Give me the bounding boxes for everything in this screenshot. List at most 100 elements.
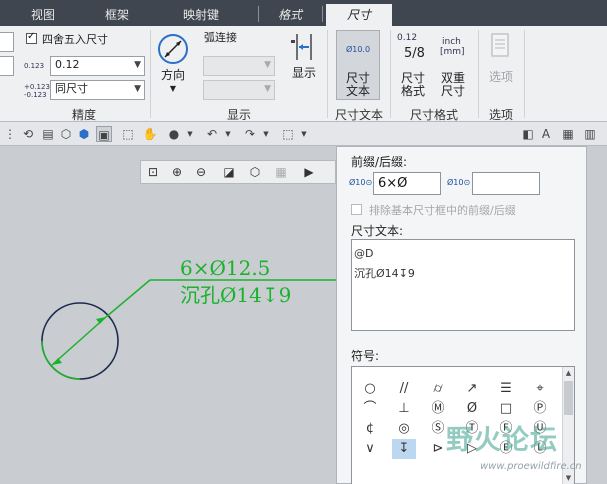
- fraction-icon-value: 5/8: [404, 46, 425, 61]
- box-icon[interactable]: ▣: [96, 126, 112, 142]
- watermark-url: www.proewildfire.cn: [480, 461, 582, 472]
- scroll-thumb[interactable]: [564, 381, 573, 415]
- arrowhead: [96, 317, 106, 324]
- symbol-button[interactable]: ⌖: [528, 379, 552, 399]
- display-button[interactable]: 显示: [285, 30, 323, 98]
- cut-off-field[interactable]: [0, 32, 14, 52]
- symbol-button[interactable]: □: [494, 399, 518, 419]
- regenerate-icon[interactable]: ⟲: [20, 126, 36, 142]
- shaded-cube-icon[interactable]: ⬢: [76, 126, 92, 142]
- group-label-precision: 精度: [71, 108, 96, 122]
- tab-separator: [258, 6, 259, 22]
- document-icon: [491, 33, 509, 57]
- suffix-input[interactable]: [472, 172, 540, 195]
- callout-line-2[interactable]: 沉孔Ø14↧9: [180, 283, 291, 307]
- tab-frame[interactable]: 框架: [92, 4, 142, 26]
- symbol-button[interactable]: ⌭: [426, 379, 450, 399]
- dimension-format-button[interactable]: 尺寸 格式: [394, 72, 432, 100]
- suffix-icon: Ø10⊙: [447, 178, 471, 187]
- dimension-text-line-2: 沉孔Ø14↧9: [354, 267, 415, 280]
- symbol-button[interactable]: ○: [358, 379, 382, 399]
- round-dims-checkbox[interactable]: [26, 31, 37, 44]
- text-style-icon[interactable]: A: [538, 126, 554, 142]
- symbol-button[interactable]: ↧: [392, 439, 416, 459]
- arc-join-select-2[interactable]: ▼: [203, 80, 275, 100]
- toolbar-icon[interactable]: ▥: [582, 126, 598, 142]
- group-separator: [150, 30, 151, 118]
- chevron-down-icon: ▼: [264, 84, 271, 94]
- callout-line-1[interactable]: 6×Ø12.5: [180, 256, 270, 280]
- group-separator: [478, 30, 479, 118]
- toolbar-icon[interactable]: ▦: [560, 126, 576, 142]
- fraction-icon-top: 0.12: [397, 33, 418, 43]
- chevron-down-icon[interactable]: ▼: [258, 126, 274, 142]
- group-label-display: 显示: [226, 108, 251, 122]
- symbol-button[interactable]: ⌒: [358, 399, 382, 419]
- scroll-down-icon[interactable]: ▼: [563, 473, 574, 484]
- hole-circle-highlight: [41, 340, 81, 380]
- chevron-down-icon[interactable]: ▼: [220, 126, 236, 142]
- tab-mapkeys[interactable]: 映射键: [172, 4, 230, 26]
- direction-button[interactable]: 方向 ▼: [154, 30, 192, 98]
- direction-label: 方向: [160, 68, 185, 82]
- dimension-format-label-2: 格式: [400, 84, 425, 98]
- dual-dimension-label-2: 尺寸: [440, 84, 465, 98]
- symbol-button[interactable]: Ø: [460, 399, 484, 419]
- decimal-places-select[interactable]: 0.12 ▼: [50, 56, 145, 76]
- tab-separator: [322, 6, 323, 22]
- direction-icon: [158, 34, 188, 64]
- prefix-input[interactable]: 6×Ø: [373, 172, 441, 195]
- ribbon-tab-bar: 视图 框架 映射键 格式 尺寸: [0, 0, 607, 26]
- appearance-sphere-icon[interactable]: ●: [166, 126, 182, 142]
- dimension-text-label-2: 文本: [345, 84, 370, 98]
- group-label-options: 选项: [488, 108, 513, 122]
- dimension-text-button[interactable]: Ø10.0 尺寸 文本: [336, 30, 380, 100]
- arc-join-select[interactable]: ▼: [203, 56, 275, 76]
- chevron-down-icon: ▼: [169, 84, 177, 93]
- select-icon[interactable]: ⬚: [120, 126, 136, 142]
- symbol-button[interactable]: ∨: [358, 439, 382, 459]
- symbol-button[interactable]: Ⓟ: [528, 399, 552, 419]
- options-button[interactable]: 选项: [484, 32, 518, 98]
- toolbar-icon[interactable]: ◧: [520, 126, 536, 142]
- tolerance-icon-bottom: -0.123: [24, 91, 47, 99]
- decimal-places-icon: 0.123: [24, 62, 45, 70]
- tab-dimension[interactable]: 尺寸: [326, 4, 392, 26]
- tab-format[interactable]: 格式: [262, 4, 318, 26]
- prefix-suffix-label: 前缀/后缀:: [351, 155, 408, 169]
- cube-icon[interactable]: ⬡: [58, 126, 74, 142]
- symbol-button[interactable]: //: [392, 379, 416, 399]
- symbol-button[interactable]: ¢: [358, 419, 382, 439]
- layer-icon[interactable]: ▤: [40, 126, 56, 142]
- group-label-dim-text: 尺寸文本: [334, 108, 383, 122]
- pan-hand-icon[interactable]: ✋: [142, 126, 158, 142]
- toolbar-icon[interactable]: ⋮: [2, 126, 18, 142]
- tolerance-icon-top: +0.123: [24, 83, 50, 91]
- symbol-button[interactable]: ◎: [392, 419, 416, 439]
- chevron-down-icon[interactable]: ▼: [182, 126, 198, 142]
- symbol-button[interactable]: ⊥: [392, 399, 416, 419]
- marquee-select-icon[interactable]: ⬚: [280, 126, 296, 142]
- tab-view[interactable]: 视图: [18, 4, 68, 26]
- exclude-prefix-label: 排除基本尺寸框中的前缀/后缀: [369, 204, 516, 217]
- dual-dimension-button[interactable]: 双重 尺寸: [434, 72, 472, 100]
- symbol-button[interactable]: ↗: [460, 379, 484, 399]
- ribbon-panel: 四舍五入尺寸 0.123 0.12 ▼ +0.123 -0.123 同尺寸 ▼ …: [0, 26, 607, 122]
- undo-icon[interactable]: ↶: [204, 126, 220, 142]
- symbol-button[interactable]: ☰: [494, 379, 518, 399]
- redo-icon[interactable]: ↷: [242, 126, 258, 142]
- scroll-up-icon[interactable]: ▲: [563, 368, 574, 379]
- group-separator: [390, 30, 391, 118]
- cut-off-field[interactable]: [0, 56, 14, 76]
- exclude-prefix-checkbox[interactable]: [351, 204, 362, 215]
- dimension-text-icon: Ø10.0: [345, 45, 371, 54]
- dimension-text-area[interactable]: @D 沉孔Ø14↧9: [351, 239, 575, 331]
- symbol-button[interactable]: Ⓜ: [426, 399, 450, 419]
- arrowhead: [52, 358, 62, 365]
- chevron-down-icon[interactable]: ▼: [296, 126, 312, 142]
- group-separator: [327, 30, 328, 118]
- watermark-logo: 野火论坛: [446, 425, 558, 456]
- chevron-down-icon: ▼: [264, 60, 271, 70]
- tolerance-decimal-value: 同尺寸: [55, 82, 88, 95]
- tolerance-decimal-select[interactable]: 同尺寸 ▼: [50, 80, 145, 100]
